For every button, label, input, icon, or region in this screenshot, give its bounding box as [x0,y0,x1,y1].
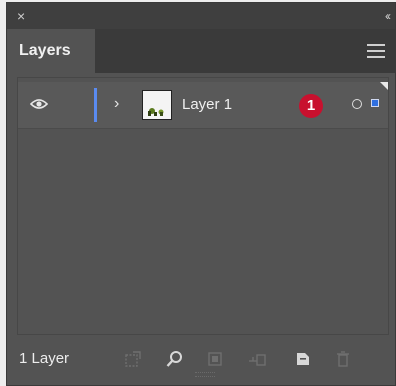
expand-chevron-icon[interactable]: › [114,94,119,114]
target-icon[interactable] [352,99,362,109]
export-icon[interactable] [123,349,143,369]
layers-list: › Layer 1 1 [17,77,389,335]
collapse-icon[interactable]: ‹‹ [385,8,391,24]
resize-grip-icon[interactable] [195,372,215,377]
panel-footer: 1 Layer [7,339,395,379]
layers-panel: × ‹‹ Layers › Layer 1 1 1 Layer [6,2,396,386]
selection-indicator-icon[interactable] [371,99,379,107]
callout-badge: 1 [299,94,323,118]
eye-icon[interactable] [30,98,48,110]
layer-row[interactable]: › Layer 1 1 [18,82,388,129]
locate-object-icon[interactable] [165,349,185,369]
layer-count: 1 Layer [19,350,70,367]
selection-corner-icon [380,82,388,90]
create-sublayer-icon[interactable] [247,349,267,369]
close-icon[interactable]: × [17,8,25,24]
panel-titlebar: × ‹‹ [7,3,395,29]
layer-color-bar [94,88,97,122]
make-clipping-mask-icon[interactable] [205,349,225,369]
tab-layers[interactable]: Layers [7,29,95,73]
layer-thumbnail [142,90,172,120]
create-new-layer-icon[interactable] [293,349,313,369]
delete-icon[interactable] [333,349,353,369]
panel-menu-icon[interactable] [367,44,385,58]
tab-row: Layers [7,29,395,73]
layer-name[interactable]: Layer 1 [182,95,232,115]
